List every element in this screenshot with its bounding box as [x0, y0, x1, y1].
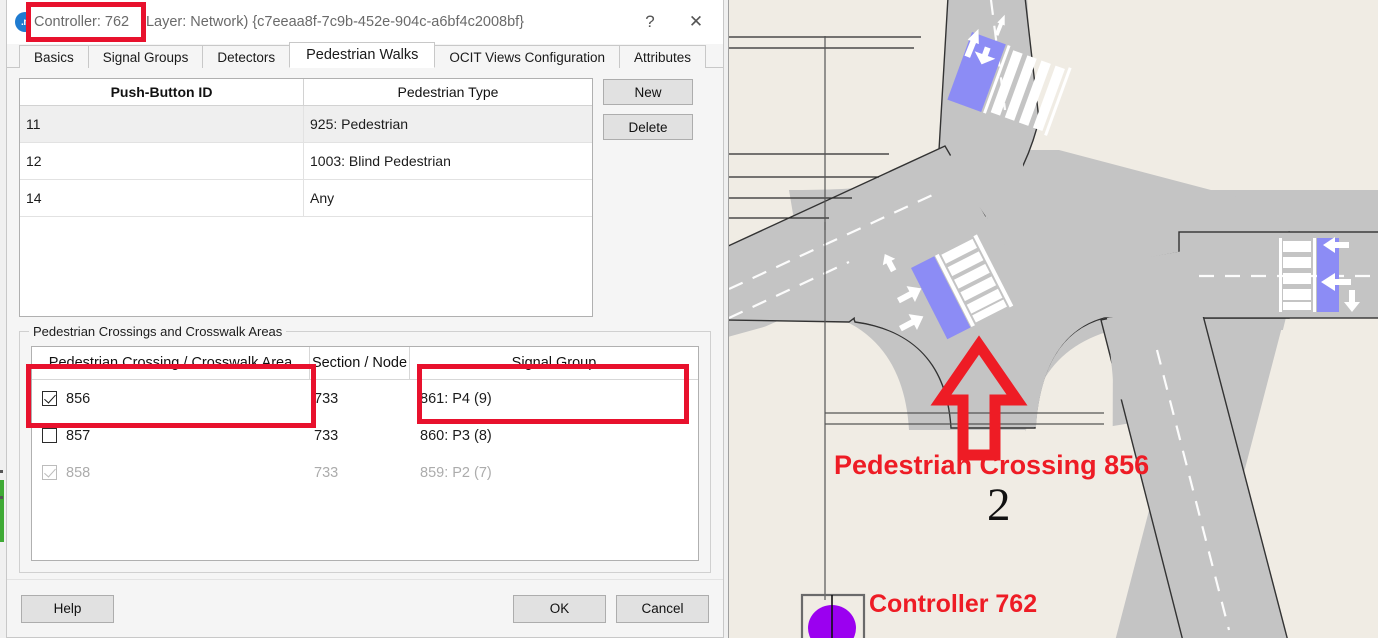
tab-attributes[interactable]: Attributes [618, 45, 707, 68]
table-row[interactable]: 14 Any [20, 180, 592, 217]
cell-signal-group: 861: P4 (9) [420, 390, 492, 407]
titlebar-buttons: ? ✕ [627, 6, 719, 38]
push-button-table[interactable]: Push-Button ID Pedestrian Type 11 925: P… [19, 78, 593, 317]
column-header-pedestrian-type[interactable]: Pedestrian Type [304, 79, 592, 105]
delete-button[interactable]: Delete [603, 114, 693, 140]
cell-signal-group: 860: P3 (8) [420, 427, 492, 444]
crossing-id-label: 858 [66, 464, 91, 481]
ok-button[interactable]: OK [513, 594, 606, 623]
column-header-section-node[interactable]: Section / Node [310, 347, 410, 379]
cell-section-node: 733 [314, 427, 339, 444]
column-header-signal-group[interactable]: Signal Group [410, 347, 698, 379]
crossing-id-label: 857 [66, 427, 91, 444]
cell-pedestrian-type: 925: Pedestrian [310, 116, 409, 132]
pedestrian-crossings-table[interactable]: Pedestrian Crossing / Crosswalk Area Sec… [31, 346, 699, 561]
crossing-checkbox[interactable] [42, 428, 57, 443]
controller-dialog: .n Controller: 762 (Layer: Network) {c7e… [6, 0, 724, 638]
close-icon[interactable]: ✕ [673, 6, 719, 38]
cell-pedestrian-type: 1003: Blind Pedestrian [310, 153, 451, 169]
crossings-table-header: Pedestrian Crossing / Crosswalk Area Sec… [32, 347, 698, 380]
new-button[interactable]: New [603, 79, 693, 105]
vissim-app-icon: .n [15, 12, 35, 32]
table-row[interactable]: 856 733 861: P4 (9) [32, 380, 698, 417]
crossing-checkbox[interactable] [42, 391, 57, 406]
tab-pedestrian-walks[interactable]: Pedestrian Walks [289, 42, 436, 68]
map-canvas [729, 0, 1378, 638]
cell-signal-group: 859: P2 (7) [420, 464, 492, 481]
cell-section-node: 733 [314, 390, 339, 407]
pedestrian-crossings-groupbox: Pedestrian Crossings and Crosswalk Areas… [19, 324, 711, 573]
annotation-title-text: Controller: 762 [34, 14, 130, 30]
annotation-label-pedestrian-crossing: Pedestrian Crossing 856 [834, 450, 1150, 480]
crossing-id-label: 856 [66, 390, 91, 407]
tab-detectors[interactable]: Detectors [202, 45, 291, 68]
tab-ocit-views-configuration[interactable]: OCIT Views Configuration [434, 45, 620, 68]
left-edge-dot-lower [0, 496, 3, 499]
cell-pedestrian-type: Any [310, 190, 335, 206]
cell-section-node: 733 [314, 464, 339, 481]
help-button[interactable]: Help [21, 594, 114, 623]
left-edge-green-marker [0, 480, 4, 542]
cell-push-button-id: 12 [20, 143, 304, 179]
dialog-body: Push-Button ID Pedestrian Type 11 925: P… [7, 68, 723, 579]
cancel-button[interactable]: Cancel [616, 594, 709, 623]
cell-crossing-id: 856 [32, 391, 310, 407]
dialog-footer: Help OK Cancel [7, 579, 723, 637]
column-header-push-button-id[interactable]: Push-Button ID [20, 79, 304, 105]
annotation-label-controller: Controller 762 [869, 590, 1038, 618]
tab-basics[interactable]: Basics [19, 45, 89, 68]
table-action-buttons: New Delete [603, 78, 693, 317]
cell-crossing-id: 858 [32, 465, 310, 481]
push-button-table-header: Push-Button ID Pedestrian Type [20, 79, 592, 106]
map-link-number: 2 [987, 479, 1011, 531]
table-row[interactable]: 12 1003: Blind Pedestrian [20, 143, 592, 180]
table-row: 858 733 859: P2 (7) [32, 454, 698, 491]
cell-crossing-id: 857 [32, 428, 310, 444]
table-row[interactable]: 11 925: Pedestrian [20, 106, 592, 143]
push-button-section: Push-Button ID Pedestrian Type 11 925: P… [19, 78, 711, 317]
pedestrian-walks-panel: Push-Button ID Pedestrian Type 11 925: P… [19, 78, 711, 579]
help-icon[interactable]: ? [627, 6, 673, 38]
column-header-pedestrian-crossing[interactable]: Pedestrian Crossing / Crosswalk Area [32, 347, 310, 379]
tab-bar: Basics Signal Groups Detectors Pedestria… [7, 42, 723, 68]
left-edge-dot-upper [0, 470, 3, 473]
groupbox-legend: Pedestrian Crossings and Crosswalk Areas [29, 324, 287, 339]
cell-push-button-id: 14 [20, 180, 304, 216]
network-map[interactable]: Pedestrian Crossing 856 Controller 762 2 [728, 0, 1378, 638]
table-row[interactable]: 857 733 860: P3 (8) [32, 417, 698, 454]
crossing-checkbox [42, 465, 57, 480]
cell-push-button-id: 11 [20, 106, 304, 142]
tab-signal-groups[interactable]: Signal Groups [87, 45, 204, 68]
